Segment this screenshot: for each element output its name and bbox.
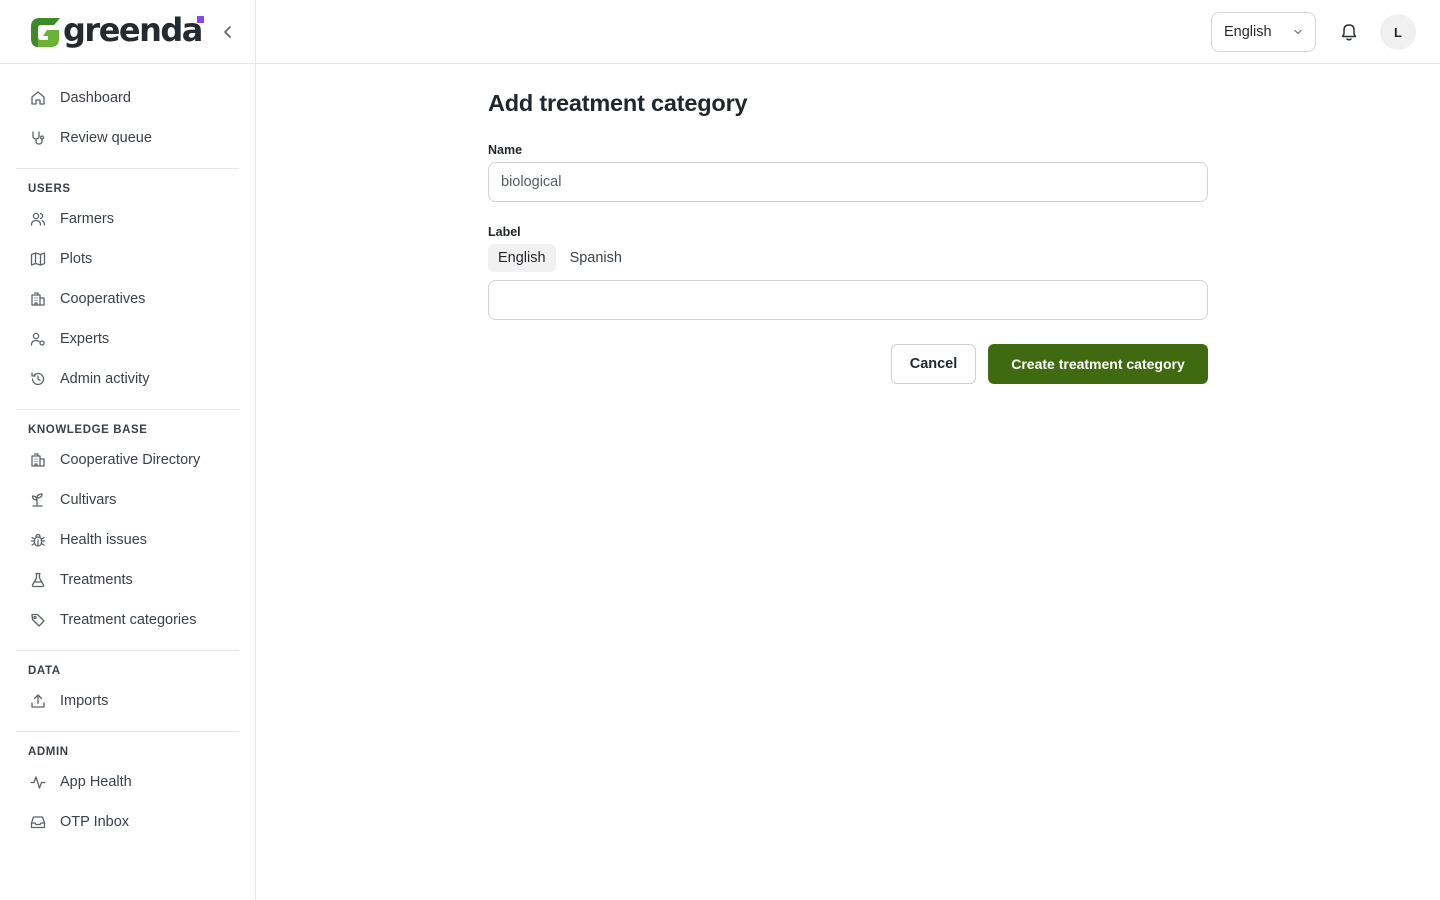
user-cog-icon xyxy=(28,329,48,349)
sidebar-item-label: Admin activity xyxy=(60,371,150,387)
sidebar-item-app-health[interactable]: App Health xyxy=(16,762,239,802)
language-select[interactable]: English xyxy=(1211,12,1316,52)
flask-icon xyxy=(28,570,48,590)
page-title: Add treatment category xyxy=(488,90,748,116)
sidebar-item-label: Treatment categories xyxy=(60,612,197,628)
users-icon xyxy=(28,209,48,229)
sidebar-item-label: Cooperatives xyxy=(60,291,146,307)
section-title-users: USERS xyxy=(28,183,71,195)
name-label: Name xyxy=(488,143,523,157)
label-label: Label xyxy=(488,225,521,239)
logo-row: greenda xyxy=(0,0,255,64)
section-title-admin: ADMIN xyxy=(28,746,69,758)
collapse-sidebar-button[interactable] xyxy=(218,22,238,42)
sidebar-divider xyxy=(16,650,239,651)
sidebar-item-label: Review queue xyxy=(60,130,152,146)
sidebar-item-label: Imports xyxy=(60,693,109,709)
sidebar-item-label: Cultivars xyxy=(60,492,117,508)
cancel-button[interactable]: Cancel xyxy=(891,344,976,384)
section-title-knowledge-base: KNOWLEDGE BASE xyxy=(28,424,148,436)
logo-mark-icon xyxy=(28,15,62,49)
chevron-left-icon xyxy=(224,26,231,38)
sidebar-item-label: Dashboard xyxy=(60,90,131,106)
top-header: English L xyxy=(256,0,1440,64)
tab-english[interactable]: English xyxy=(488,244,556,272)
language-select-value: English xyxy=(1224,24,1272,40)
map-icon xyxy=(28,249,48,269)
activity-icon xyxy=(28,772,48,792)
inbox-icon xyxy=(28,812,48,832)
chevron-down-icon xyxy=(1294,29,1302,35)
sidebar-item-label: App Health xyxy=(60,774,132,790)
sidebar-item-admin-activity[interactable]: Admin activity xyxy=(16,359,239,399)
brand-name: greenda xyxy=(63,10,203,49)
sidebar-item-treatments[interactable]: Treatments xyxy=(16,560,239,600)
sidebar-item-treatment-categories[interactable]: Treatment categories xyxy=(16,600,239,640)
label-input[interactable] xyxy=(488,280,1208,320)
section-title-data: DATA xyxy=(28,665,61,677)
name-input[interactable] xyxy=(488,162,1208,202)
create-treatment-category-button[interactable]: Create treatment category xyxy=(988,344,1208,384)
building-icon xyxy=(28,450,48,470)
stethoscope-icon xyxy=(28,128,48,148)
sidebar-item-farmers[interactable]: Farmers xyxy=(16,199,239,239)
user-avatar[interactable]: L xyxy=(1380,14,1416,50)
sidebar-item-otp-inbox[interactable]: OTP Inbox xyxy=(16,802,239,842)
sidebar-item-label: Plots xyxy=(60,251,93,267)
home-icon xyxy=(28,88,48,108)
sidebar-divider xyxy=(16,168,239,169)
tab-spanish[interactable]: Spanish xyxy=(560,244,632,272)
sidebar-nav: Dashboard Review queue USERS Farmers Plo… xyxy=(0,64,255,842)
sidebar-item-label: Experts xyxy=(60,331,110,347)
sidebar-item-plots[interactable]: Plots xyxy=(16,239,239,279)
brand-logo[interactable]: greenda xyxy=(28,10,203,49)
building-icon xyxy=(28,289,48,309)
sidebar-item-label: Health issues xyxy=(60,532,148,548)
language-tabs: English Spanish xyxy=(488,244,632,272)
upload-icon xyxy=(28,691,48,711)
history-icon xyxy=(28,369,48,389)
sidebar-item-review-queue[interactable]: Review queue xyxy=(16,118,239,158)
sidebar-item-label: Treatments xyxy=(60,572,133,588)
sidebar-item-imports[interactable]: Imports xyxy=(16,681,239,721)
sidebar-item-experts[interactable]: Experts xyxy=(16,319,239,359)
logo-dot xyxy=(197,16,204,23)
sidebar: greenda Dashboard Review queue USERS Far… xyxy=(0,0,256,900)
notifications-bell-icon[interactable] xyxy=(1337,20,1361,44)
sidebar-divider xyxy=(16,409,239,410)
sidebar-item-label: Farmers xyxy=(60,211,114,227)
sidebar-item-cooperative-directory[interactable]: Cooperative Directory xyxy=(16,440,239,480)
sidebar-item-health-issues[interactable]: Health issues xyxy=(16,520,239,560)
sidebar-item-label: OTP Inbox xyxy=(60,814,130,830)
sprout-icon xyxy=(28,490,48,510)
sidebar-item-cooperatives[interactable]: Cooperatives xyxy=(16,279,239,319)
bug-icon xyxy=(28,530,48,550)
sidebar-item-cultivars[interactable]: Cultivars xyxy=(16,480,239,520)
sidebar-divider xyxy=(16,731,239,732)
sidebar-item-dashboard[interactable]: Dashboard xyxy=(16,78,239,118)
tag-icon xyxy=(28,610,48,630)
sidebar-item-label: Cooperative Directory xyxy=(60,452,201,468)
